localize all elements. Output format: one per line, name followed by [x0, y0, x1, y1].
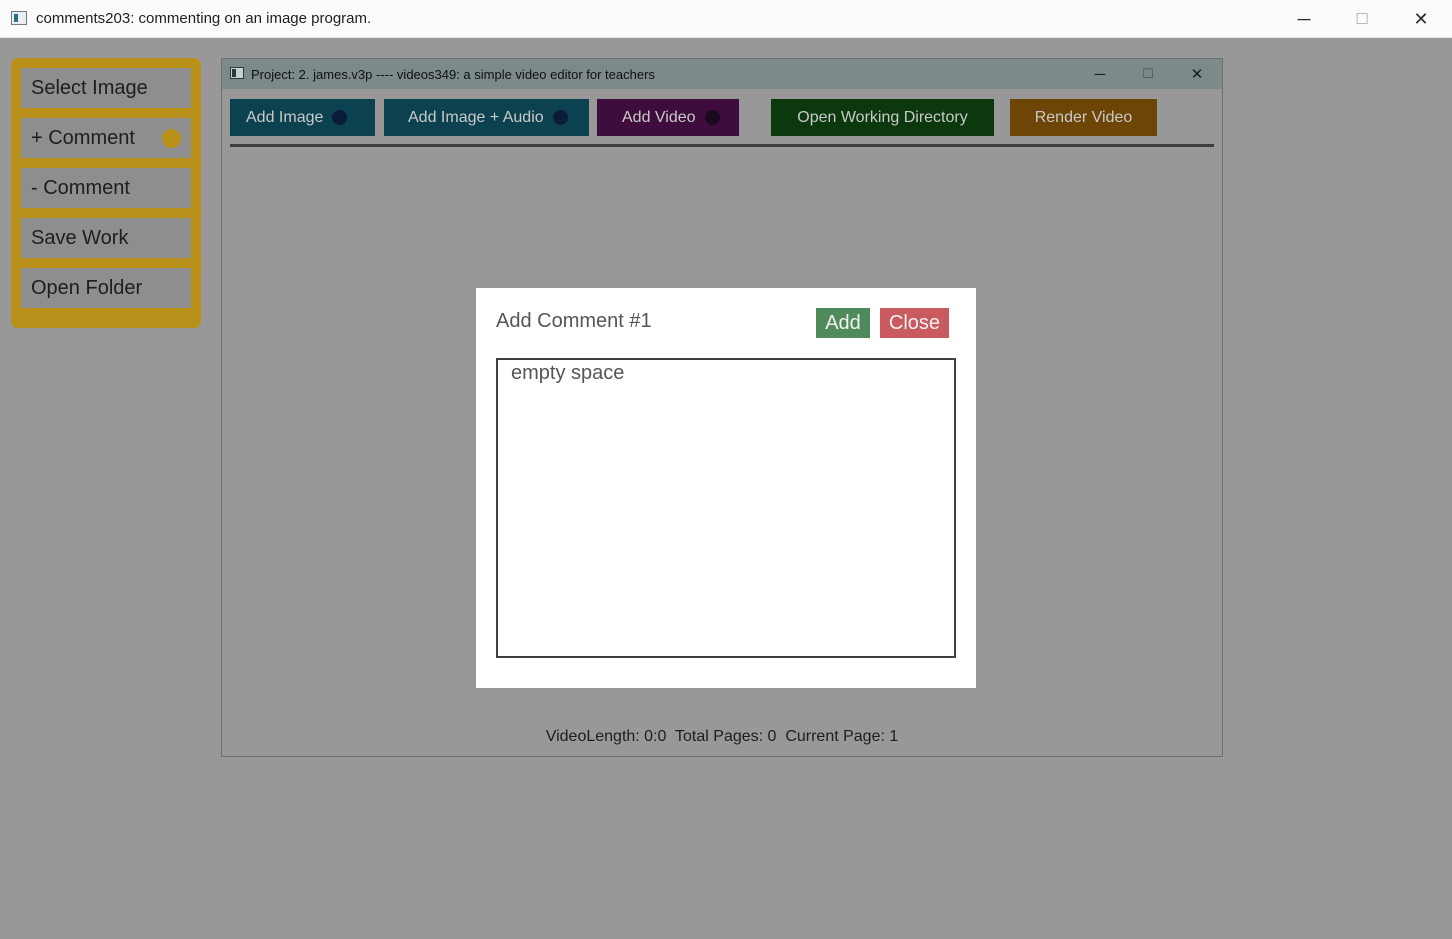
minimize-button[interactable]: ─: [1275, 0, 1333, 38]
side-panel: Select Image + Comment - Comment Save Wo…: [11, 58, 201, 328]
maximize-button[interactable]: ☐: [1333, 0, 1391, 38]
save-work-label: Save Work: [31, 226, 129, 249]
project-window-icon: [230, 67, 244, 79]
save-work-button[interactable]: Save Work: [21, 218, 191, 258]
add-comment-button[interactable]: + Comment: [21, 118, 191, 158]
add-comment-label: + Comment: [31, 126, 135, 149]
status-text: VideoLength: 0:0 Total Pages: 0 Current …: [545, 728, 899, 745]
remove-comment-button[interactable]: - Comment: [21, 168, 191, 208]
add-image-audio-dot: [552, 110, 568, 125]
open-working-directory-button[interactable]: Open Working Directory: [771, 99, 994, 136]
active-indicator-dot: [162, 129, 181, 148]
add-image-button[interactable]: Add Image: [230, 99, 375, 136]
select-image-button[interactable]: Select Image: [21, 68, 191, 108]
window-titlebar: comments203: commenting on an image prog…: [0, 0, 1452, 38]
project-window-titlebar: Project: 2. james.v3p ---- videos349: a …: [222, 59, 1222, 89]
open-folder-button[interactable]: Open Folder: [21, 268, 191, 308]
dialog-title: Add Comment #1: [496, 310, 652, 332]
project-minimize-button[interactable]: ─: [1077, 59, 1123, 89]
open-folder-label: Open Folder: [31, 276, 143, 299]
close-button[interactable]: ✕: [1392, 0, 1450, 38]
render-video-button[interactable]: Render Video: [1010, 99, 1157, 136]
select-image-label: Select Image: [31, 76, 148, 99]
add-video-label: Add Video: [622, 108, 696, 126]
comment-textarea[interactable]: empty space: [496, 358, 956, 658]
remove-comment-label: - Comment: [31, 176, 130, 199]
add-video-button[interactable]: Add Video: [597, 99, 739, 136]
add-image-dot: [332, 110, 348, 125]
window-title: comments203: commenting on an image prog…: [36, 10, 372, 27]
add-comment-dialog: Add Comment #1 Add Close empty space: [476, 288, 976, 688]
project-maximize-button[interactable]: ☐: [1125, 59, 1171, 89]
add-image-label: Add Image: [246, 108, 324, 126]
app-icon: [11, 11, 27, 25]
add-video-dot: [704, 110, 720, 125]
project-close-button[interactable]: ✕: [1174, 59, 1220, 89]
add-image-audio-button[interactable]: Add Image + Audio: [384, 99, 589, 136]
toolbar-separator: [230, 144, 1214, 147]
project-window-title: Project: 2. james.v3p ---- videos349: a …: [251, 67, 655, 82]
close-dialog-button[interactable]: Close: [880, 308, 949, 338]
open-working-directory-label: Open Working Directory: [797, 108, 968, 126]
add-button[interactable]: Add: [816, 308, 870, 338]
add-image-audio-label: Add Image + Audio: [408, 108, 544, 126]
render-video-label: Render Video: [1034, 108, 1133, 126]
